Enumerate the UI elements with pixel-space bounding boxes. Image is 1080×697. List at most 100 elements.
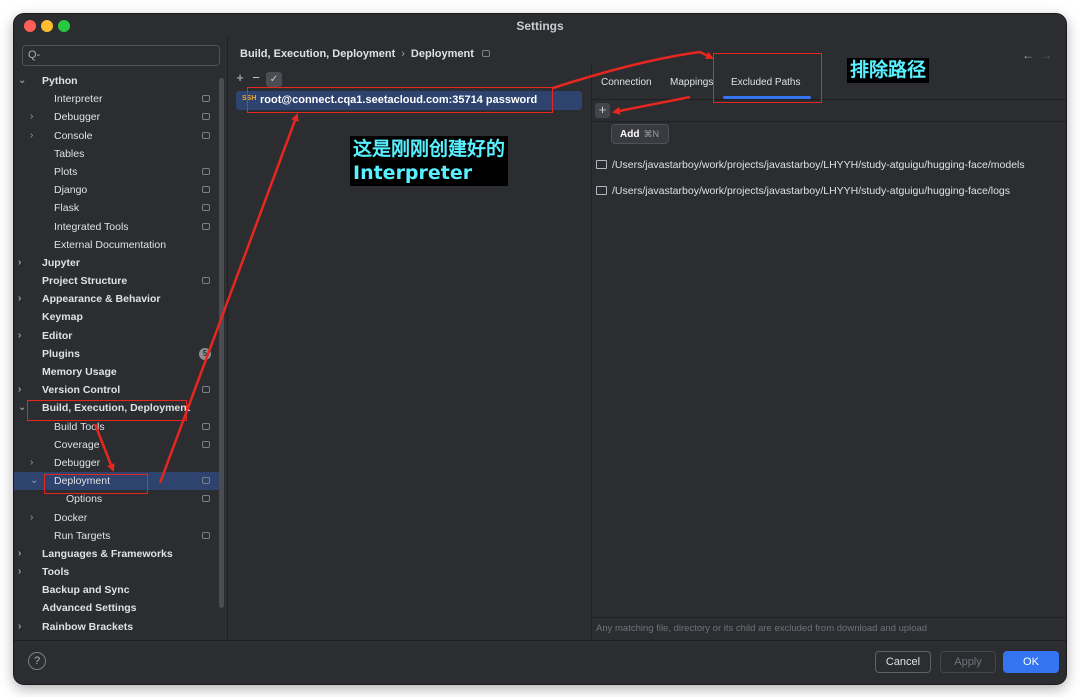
sidebar-item-label: Coverage	[54, 438, 100, 451]
breadcrumb: Build, Execution, Deployment › Deployment	[240, 48, 490, 60]
set-default-server-button[interactable]: ✓	[266, 72, 282, 87]
excluded-paths-toolbar: +	[592, 100, 1066, 122]
excluded-path-item[interactable]: /Users/javastarboy/work/projects/javasta…	[596, 185, 1010, 201]
sidebar-item-run-targets[interactable]: Run Targets	[14, 527, 220, 545]
sidebar-item-label: Console	[54, 129, 93, 142]
sidebar-item-django[interactable]: Django	[14, 181, 220, 199]
sidebar-item-jupyter[interactable]: › Jupyter	[14, 254, 220, 272]
project-level-icon	[202, 495, 210, 503]
folder-icon	[596, 160, 607, 169]
chevron-down-icon[interactable]: ⌄	[30, 472, 38, 490]
divider	[592, 617, 1066, 618]
sidebar-item-label: Debugger	[54, 111, 101, 124]
breadcrumb-current: Deployment	[410, 48, 474, 60]
tooltip-shortcut: ⌘N	[643, 129, 659, 139]
sidebar-item-appearance-behavior[interactable]: › Appearance & Behavior	[14, 290, 220, 308]
chevron-right-icon[interactable]: ›	[18, 563, 21, 581]
sidebar-item-languages-frameworks[interactable]: › Languages & Frameworks	[14, 545, 220, 563]
chevron-down-icon[interactable]: ⌄	[18, 399, 26, 417]
chevron-right-icon[interactable]: ›	[30, 127, 33, 145]
sidebar-item-console[interactable]: › Console	[14, 127, 220, 145]
breadcrumb-parent[interactable]: Build, Execution, Deployment	[240, 48, 395, 60]
sidebar-item-tools[interactable]: › Tools	[14, 563, 220, 581]
remove-server-button[interactable]: −	[248, 70, 264, 85]
sidebar-item-debugger[interactable]: › Debugger	[14, 454, 220, 472]
settings-search-input[interactable]: Q-	[22, 45, 220, 66]
chevron-right-icon[interactable]: ›	[18, 381, 21, 399]
annotation-line-2: Interpreter	[353, 162, 473, 184]
folder-icon	[596, 186, 607, 195]
sidebar-item-editor[interactable]: › Editor	[14, 327, 220, 345]
sidebar-item-label: Appearance & Behavior	[42, 293, 161, 306]
sidebar-item-python[interactable]: ⌄ Python	[14, 72, 220, 90]
sidebar-item-version-control[interactable]: › Version Control	[14, 381, 220, 399]
add-excluded-path-button[interactable]: +	[595, 103, 610, 118]
excluded-path-item[interactable]: /Users/javastarboy/work/projects/javasta…	[596, 159, 1025, 175]
annotation-highlight-server	[247, 87, 553, 113]
project-level-icon	[202, 440, 210, 448]
sidebar-item-interpreter[interactable]: Interpreter	[14, 90, 220, 108]
settings-tree: ⌄ Python Interpreter › Debugger › Console Table…	[14, 72, 220, 636]
chevron-right-icon[interactable]: ›	[18, 545, 21, 563]
sidebar-item-advanced-settings[interactable]: Advanced Settings	[14, 599, 220, 617]
help-button[interactable]: ?	[28, 652, 46, 670]
sidebar-scrollbar[interactable]	[219, 78, 224, 608]
annotation-label-interpreter: 这是刚刚创建好的 Interpreter	[350, 136, 509, 186]
annotation-line-1: 这是刚刚创建好的	[353, 138, 506, 160]
sidebar-item-label: Interpreter	[54, 93, 103, 106]
plugins-update-badge: 5	[199, 347, 211, 360]
sidebar-item-docker[interactable]: › Docker	[14, 509, 220, 527]
annotation-label-excluded-paths: 排除路径	[847, 58, 930, 83]
sidebar-item-label: Jupyter	[42, 256, 80, 269]
tooltip-label: Add	[620, 129, 640, 140]
excluded-path-text: /Users/javastarboy/work/projects/javasta…	[612, 185, 1011, 197]
sidebar-item-plugins[interactable]: Plugins 5	[14, 345, 220, 363]
chevron-right-icon[interactable]: ›	[18, 254, 21, 272]
sidebar-item-memory-usage[interactable]: Memory Usage	[14, 363, 220, 381]
sidebar-item-label: Memory Usage	[42, 366, 117, 378]
excluded-path-text: /Users/javastarboy/work/projects/javasta…	[612, 159, 1025, 171]
dialog-button-bar: ? Cancel Apply OK	[14, 640, 1066, 684]
sidebar-item-debugger[interactable]: › Debugger	[14, 108, 220, 126]
add-server-button[interactable]: +	[232, 70, 248, 85]
sidebar-item-backup-and-sync[interactable]: Backup and Sync	[14, 581, 220, 599]
server-tabs: Connection Mappings Excluded Paths	[592, 64, 1066, 100]
sidebar-item-rainbow-brackets[interactable]: › Rainbow Brackets	[14, 618, 220, 636]
project-level-icon	[202, 95, 210, 103]
tab-connection[interactable]: Connection	[601, 77, 652, 88]
sidebar-item-integrated-tools[interactable]: Integrated Tools	[14, 218, 220, 236]
sidebar-item-label: Rainbow Brackets	[42, 620, 134, 633]
sidebar-item-project-structure[interactable]: Project Structure	[14, 272, 220, 290]
sidebar-item-label: Tools	[42, 566, 70, 579]
sidebar-item-flask[interactable]: Flask	[14, 199, 220, 217]
tab-mappings[interactable]: Mappings	[670, 77, 713, 88]
sidebar-item-keymap[interactable]: Keymap	[14, 308, 220, 326]
chevron-right-icon[interactable]: ›	[18, 618, 21, 636]
sidebar-item-label: Docker	[54, 511, 88, 524]
sidebar-item-tables[interactable]: Tables	[14, 145, 220, 163]
project-level-icon	[202, 477, 210, 485]
chevron-right-icon[interactable]: ›	[30, 454, 33, 472]
chevron-right-icon[interactable]: ›	[18, 290, 21, 308]
chevron-right-icon[interactable]: ›	[30, 108, 33, 126]
project-level-icon	[202, 277, 210, 285]
cancel-button[interactable]: Cancel	[875, 651, 931, 673]
chevron-right-icon[interactable]: ›	[30, 509, 33, 527]
title-bar: Settings	[14, 14, 1066, 38]
sidebar-item-coverage[interactable]: Coverage	[14, 436, 220, 454]
ok-button[interactable]: OK	[1003, 651, 1059, 673]
sidebar-item-external-documentation[interactable]: External Documentation	[14, 236, 220, 254]
back-arrow-icon[interactable]: ←	[1022, 48, 1040, 62]
chevron-right-icon[interactable]: ›	[18, 327, 21, 345]
sidebar-item-label: Tables	[54, 147, 85, 160]
sidebar-item-label: Django	[54, 184, 88, 197]
sidebar-item-label: Editor	[42, 329, 73, 342]
server-toolbar: + − ✓	[232, 70, 282, 87]
chevron-down-icon[interactable]: ⌄	[18, 72, 26, 90]
annotation-highlight-build-execution	[27, 400, 187, 421]
project-level-icon	[202, 167, 210, 175]
apply-button[interactable]: Apply	[940, 651, 996, 673]
sidebar-item-plots[interactable]: Plots	[14, 163, 220, 181]
sidebar-item-label: Integrated Tools	[54, 220, 129, 233]
forward-arrow-icon[interactable]: →	[1040, 48, 1058, 62]
